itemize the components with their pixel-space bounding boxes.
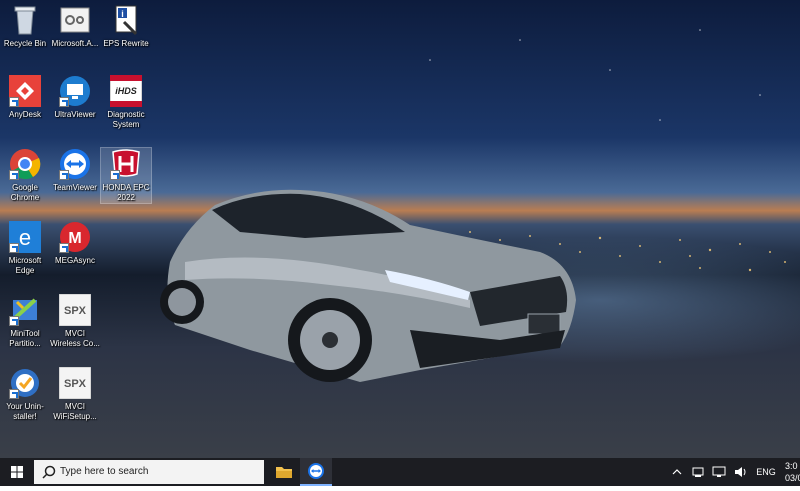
teamviewer-icon (308, 463, 324, 479)
anydesk-icon (9, 75, 41, 107)
device-icon (692, 467, 704, 477)
language-indicator[interactable]: ENG (754, 458, 778, 486)
desktop-icon-mvci-wifisetup[interactable]: SPX MVCI WiFiSetup... (50, 366, 100, 422)
start-button[interactable] (0, 458, 34, 486)
chevron-up-icon (672, 469, 682, 475)
settings-window-icon (59, 4, 91, 36)
desktop-icon-label: MEGAsync (54, 256, 95, 265)
teamviewer-icon (59, 148, 91, 180)
clock-time: 3:0 (785, 461, 798, 471)
svg-text:M: M (68, 230, 81, 247)
desktop-icon-anydesk[interactable]: AnyDesk (0, 75, 50, 120)
desktop-icon-label: Diagnostic System (107, 110, 145, 129)
shortcut-arrow-icon (9, 389, 19, 399)
shortcut-arrow-icon (9, 170, 19, 180)
clock-date: 03/0 (785, 473, 800, 483)
desktop-icon-label: MVCI WiFiSetup... (53, 402, 97, 421)
recycle-bin-icon (9, 4, 41, 36)
hds-logo-text: iHDS (115, 86, 137, 96)
desktop-icon-label: MiniTool Partitio... (9, 329, 41, 348)
shortcut-arrow-icon (9, 316, 19, 326)
search-icon (42, 465, 56, 479)
ultraviewer-icon (59, 75, 91, 107)
taskbar-search-box[interactable]: Type here to search (34, 460, 264, 484)
spx-icon: SPX (58, 293, 92, 327)
desktop-wallpaper (0, 0, 800, 458)
desktop-icon-label: Recycle Bin (3, 39, 47, 48)
uninstaller-icon (9, 367, 41, 399)
desktop-icon-label: TeamViewer (53, 183, 97, 192)
speaker-icon (735, 467, 746, 477)
hds-icon: iHDS (109, 74, 143, 108)
shortcut-arrow-icon (59, 97, 69, 107)
minitool-icon (9, 294, 41, 326)
clock[interactable]: 3:0 03/0 (783, 458, 800, 486)
wallpaper-car-image (160, 29, 786, 382)
shortcut-arrow-icon (59, 170, 69, 180)
tray-device-button[interactable] (690, 458, 706, 486)
desktop-icon-minitool[interactable]: MiniTool Partitio... (0, 294, 50, 349)
shortcut-arrow-icon (59, 243, 69, 253)
taskbar-teamviewer-button[interactable] (300, 458, 332, 486)
taskbar: Type here to search ENG 3:0 03/0 (0, 458, 800, 486)
desktop-icon-diagnostic-system[interactable]: iHDS Diagnostic System (101, 74, 151, 130)
desktop-icon-honda-epc[interactable]: HONDA EPC 2022 (100, 147, 152, 204)
desktop-icon-label: Microsoft Edge (8, 256, 42, 275)
spx-icon: SPX (58, 366, 92, 400)
eps-rewrite-icon: i (110, 4, 142, 36)
show-hidden-icons-button[interactable] (670, 458, 684, 486)
folder-icon (276, 467, 292, 478)
desktop-icon-label: Microsoft.A... (51, 39, 99, 48)
desktop-icon-label: HONDA EPC 2022 (102, 183, 150, 202)
desktop-icon-label: Google Chrome (10, 183, 40, 202)
desktop-icon-recycle-bin[interactable]: Recycle Bin (0, 4, 50, 49)
spx-logo-text: SPX (64, 378, 87, 390)
desktop-icon-label: EPS Rewrite (103, 39, 149, 48)
desktop-icon-edge[interactable]: e Microsoft Edge (0, 221, 50, 276)
taskbar-file-explorer-button[interactable] (268, 458, 300, 486)
desktop-icon-label: UltraViewer (54, 110, 96, 119)
desktop-icon-label: MVCI Wireless Co... (50, 329, 100, 348)
desktop-icon-uninstaller[interactable]: Your Unin-staller! (0, 367, 50, 422)
chrome-icon (9, 148, 41, 180)
honda-logo-icon (110, 148, 142, 180)
desktop-icon-microsoft-app[interactable]: Microsoft.A... (50, 4, 100, 49)
shortcut-arrow-icon (9, 243, 19, 253)
desktop-icon-label: AnyDesk (8, 110, 41, 119)
desktop-icon-eps-rewrite[interactable]: i EPS Rewrite (101, 4, 151, 49)
search-placeholder: Type here to search (60, 466, 149, 477)
desktop-icon-label: Your Unin-staller! (6, 402, 44, 421)
desktop-icon-teamviewer[interactable]: TeamViewer (50, 148, 100, 193)
shortcut-arrow-icon (9, 97, 19, 107)
windows-logo-icon (11, 466, 23, 478)
volume-button[interactable] (733, 458, 749, 486)
megasync-icon: M (59, 221, 91, 253)
spx-logo-text: SPX (64, 305, 87, 317)
desktop-icon-megasync[interactable]: M MEGAsync (50, 221, 100, 266)
shortcut-arrow-icon (110, 170, 120, 180)
desktop-icon-chrome[interactable]: Google Chrome (0, 148, 50, 203)
svg-text:i: i (121, 9, 124, 19)
desktop-icon-mvci-wireless[interactable]: SPX MVCI Wireless Co... (50, 293, 100, 349)
network-button[interactable] (711, 458, 727, 486)
svg-text:e: e (19, 225, 31, 250)
network-icon (712, 466, 726, 477)
desktop-icon-ultraviewer[interactable]: UltraViewer (50, 75, 100, 120)
edge-icon: e (9, 221, 41, 253)
